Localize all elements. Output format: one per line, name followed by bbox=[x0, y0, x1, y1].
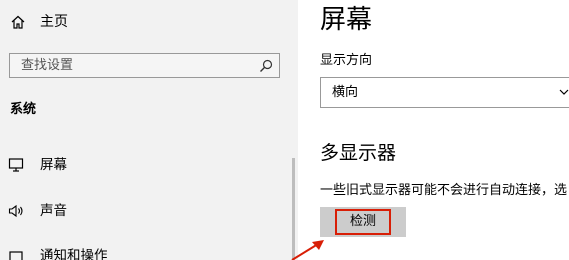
orientation-value: 横向 bbox=[332, 85, 359, 100]
page-title: 屏幕 bbox=[320, 5, 373, 35]
multi-display-description: 一些旧式显示器可能不会进行自动连接，选 bbox=[320, 183, 568, 198]
multi-display-title: 多显示器 bbox=[320, 142, 397, 164]
speaker-icon bbox=[8, 204, 23, 218]
chevron-down-icon bbox=[559, 89, 569, 95]
group-title: 系统 bbox=[10, 102, 37, 117]
search-icon[interactable] bbox=[259, 59, 273, 73]
red-arrow-annotation bbox=[291, 240, 324, 260]
sidebar-item-label: 屏幕 bbox=[40, 157, 67, 173]
sidebar-item-notifications[interactable]: 通知和操作 bbox=[0, 240, 290, 260]
sidebar: 主页 查找设置 系统 屏幕 声音 通知和操作 bbox=[0, 0, 298, 260]
sidebar-item-label: 通知和操作 bbox=[40, 248, 108, 260]
detect-button[interactable]: 检测 bbox=[320, 207, 406, 237]
home-icon bbox=[11, 15, 25, 29]
sidebar-item-display[interactable]: 屏幕 bbox=[0, 149, 290, 181]
main-content: 屏幕 显示方向 横向 多显示器 一些旧式显示器可能不会进行自动连接，选 检测 bbox=[298, 0, 569, 260]
orientation-label: 显示方向 bbox=[320, 53, 373, 68]
monitor-icon bbox=[8, 158, 24, 172]
detect-label[interactable]: 检测 bbox=[335, 209, 391, 235]
sidebar-item-sound[interactable]: 声音 bbox=[0, 195, 290, 227]
notification-icon bbox=[9, 251, 23, 260]
search-input[interactable]: 查找设置 bbox=[9, 53, 280, 78]
home-label: 主页 bbox=[40, 14, 68, 30]
orientation-dropdown[interactable]: 横向 bbox=[320, 77, 569, 108]
search-placeholder: 查找设置 bbox=[21, 58, 74, 73]
home-link[interactable]: 主页 bbox=[0, 6, 298, 38]
sidebar-item-label: 声音 bbox=[40, 203, 67, 219]
